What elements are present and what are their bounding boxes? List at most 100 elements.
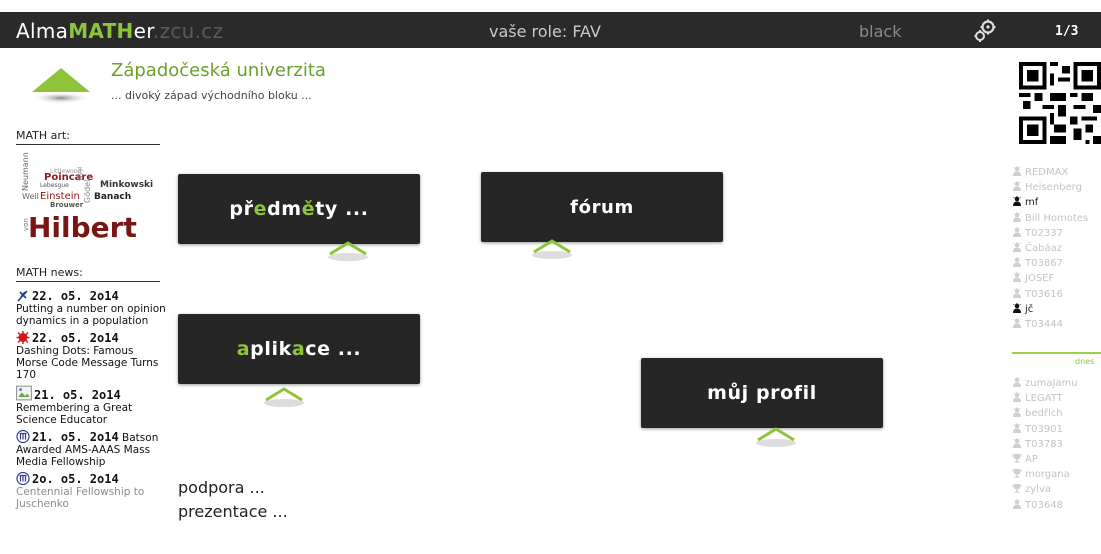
user-list-item[interactable]: mf [1012,195,1101,210]
user-list-item[interactable]: T03444 [1012,317,1101,332]
svg-text:Minkowski: Minkowski [100,180,153,190]
svg-text:Hilbert: Hilbert [28,211,137,244]
user-list-item[interactable]: T02337 [1012,226,1101,241]
settings-gears-icon[interactable] [972,18,998,44]
user-icon [1013,181,1021,192]
svg-text:Lebesgue: Lebesgue [40,182,69,189]
tile-aplikace[interactable]: aplikace ... [178,314,420,384]
logo-domain: .zcu.cz [152,19,224,43]
chevron-up-icon [328,241,368,261]
user-name: mf [1025,197,1039,209]
theme-toggle[interactable]: black [859,22,901,41]
today-users-list: zumaJamu LEGATT bedřich T03901 T03783 AP morga… [1012,376,1101,513]
user-list-item[interactable]: JOSEF [1012,271,1101,286]
user-list-item[interactable]: zumaJamu [1012,376,1101,391]
news-list: 22. o5. 2o14 Putting a number on opinion… [16,289,166,514]
user-name: T02337 [1025,227,1063,239]
user-icon [1013,272,1021,283]
user-icon [1013,211,1021,222]
user-name: zumaJamu [1025,378,1078,389]
user-list-item[interactable]: AP [1012,452,1101,467]
news-item[interactable]: 22. o5. 2o14 Putting a number on opinion… [16,289,166,327]
link-prezentace[interactable]: prezentace ... [178,502,288,521]
top-bar: AlmaMATHer.zcu.cz vaše role: FAV black 1… [0,0,1101,48]
chevron-up-icon [532,239,572,259]
user-list-item[interactable]: T03648 [1012,498,1101,513]
svg-text:Gödel: Gödel [83,180,92,203]
news-text: Dashing Dots: Famous Morse Code Message … [16,345,159,381]
user-list-item[interactable]: T03616 [1012,287,1101,302]
user-list-item[interactable]: T03901 [1012,422,1101,437]
page-indicator[interactable]: 1/3 [1055,24,1078,39]
trophy-icon [1012,469,1022,478]
user-list-item[interactable]: REDMAX [1012,165,1101,180]
news-item[interactable]: 22. o5. 2o14 Dashing Dots: Famous Morse … [16,331,166,381]
user-name: Heisenberg [1025,182,1082,194]
user-list-item[interactable]: morgana [1012,467,1101,482]
institution-icon [16,430,30,443]
user-list-item[interactable]: jč [1012,302,1101,317]
news-date: 21. o5. 2o14 [32,430,119,444]
user-name: T03783 [1025,438,1063,450]
institution-icon [16,472,30,485]
tile-forum[interactable]: fórum [481,172,723,242]
chevron-up-icon [264,387,304,407]
user-icon [1013,287,1021,298]
qr-code [1019,62,1101,144]
user-name: jč [1025,303,1034,315]
logo-math: MATH [68,19,134,43]
user-list-item[interactable]: Bill Homotes [1012,211,1101,226]
user-name: T03867 [1025,258,1063,270]
user-name: Bill Homotes [1025,212,1089,224]
user-icon [1013,422,1021,433]
svg-text:Banach: Banach [94,192,131,202]
svg-text:Neumann: Neumann [21,152,30,191]
tile-predmety-label: předměty ... [229,198,369,220]
role-selector[interactable]: vaše role: FAV [489,22,601,41]
user-name: T03444 [1025,319,1063,331]
user-name: morgana [1025,469,1070,481]
today-label: dnes [1075,357,1095,366]
news-date: 22. o5. 2o14 [32,289,119,303]
user-name: AP [1025,454,1038,466]
user-icon [1013,302,1021,313]
news-item[interactable]: 2o. o5. 2o14 Centennial Fellowship to Ju… [16,472,166,510]
university-subtitle: ... divoký západ východního bloku ... [111,89,312,102]
news-text: Centennial Fellowship to Juschenko [16,486,145,510]
tile-profil[interactable]: můj profil [641,358,883,428]
logo-er: er [133,19,153,43]
user-icon [1013,318,1021,329]
user-icon [1013,257,1021,268]
university-title[interactable]: Západočeská univerzita [111,60,326,81]
users-divider [1012,352,1101,354]
user-list-item[interactable]: T03783 [1012,437,1101,452]
news-item[interactable]: 21. o5. 2o14 Batson Awarded AMS-AAAS Mas… [16,430,166,468]
user-list-item[interactable]: zylva [1012,482,1101,497]
user-icon [1013,377,1021,387]
user-icon [1013,196,1021,207]
news-item[interactable]: 21. o5. 2o14 Remembering a Great Science… [16,385,166,426]
red-star-icon [16,331,30,344]
user-list-item[interactable]: LEGATT [1012,391,1101,406]
user-name: T03901 [1025,423,1063,435]
user-name: zylva [1025,484,1051,496]
online-users-list: REDMAX Heisenberg mf Bill Homotes T02337 Čabá… [1012,165,1101,332]
news-date: 21. o5. 2o14 [34,388,121,402]
svg-text:Brouwer: Brouwer [50,201,84,209]
user-list-item[interactable]: Heisenberg [1012,180,1101,195]
top-strip [0,0,1101,12]
user-icon [1013,498,1021,509]
tile-predmety[interactable]: předměty ... [178,174,420,244]
site-logo[interactable]: AlmaMATHer.zcu.cz [16,19,223,43]
user-list-item[interactable]: T03867 [1012,256,1101,271]
trophy-icon [1012,484,1022,494]
user-name: Čabáaz [1025,243,1062,255]
user-list-item[interactable]: Čabáaz [1012,241,1101,256]
home-triangle-icon[interactable] [30,66,92,104]
user-list-item[interactable]: bedřich [1012,406,1101,421]
user-icon [1013,437,1021,448]
user-icon [1013,407,1021,418]
link-podpora[interactable]: podpora ... [178,478,265,497]
news-text: Putting a number on opinion dynamics in … [16,303,166,327]
math-art-wordcloud[interactable]: Neumann Littlewood Poincare Lebesgue Min… [20,143,156,245]
